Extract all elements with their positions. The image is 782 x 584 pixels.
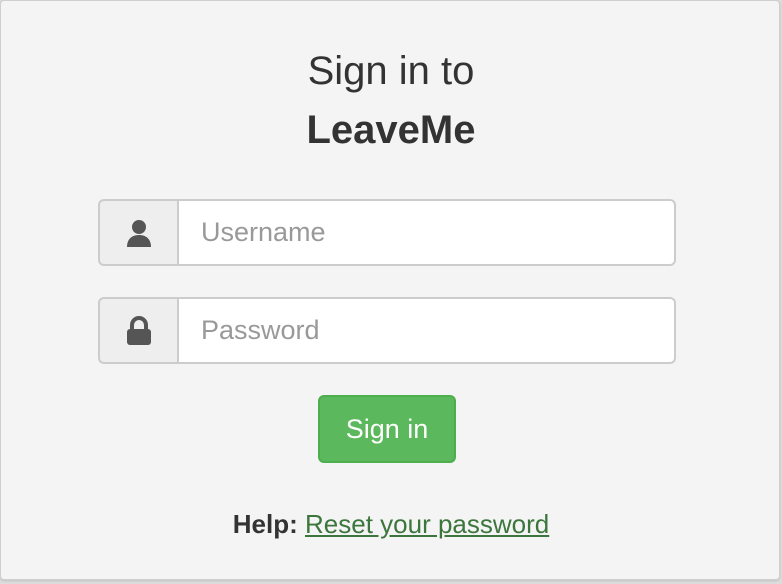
- username-input[interactable]: [177, 199, 676, 266]
- help-label: Help:: [232, 509, 298, 539]
- sign-in-button[interactable]: Sign in: [318, 395, 456, 463]
- password-input-group: [98, 297, 676, 364]
- app-name: LeaveMe: [306, 108, 476, 152]
- lock-icon: [126, 315, 151, 345]
- username-input-group: [98, 199, 676, 266]
- password-addon: [98, 297, 177, 364]
- help-line: Help: Reset your password: [1, 506, 781, 542]
- login-panel: Sign in to LeaveMe Sign in Help: Reset y…: [0, 0, 780, 580]
- password-input[interactable]: [177, 297, 676, 364]
- reset-password-link[interactable]: Reset your password: [305, 509, 549, 539]
- user-icon: [126, 219, 151, 247]
- page-title: Sign in to: [307, 49, 475, 93]
- username-addon: [98, 199, 177, 266]
